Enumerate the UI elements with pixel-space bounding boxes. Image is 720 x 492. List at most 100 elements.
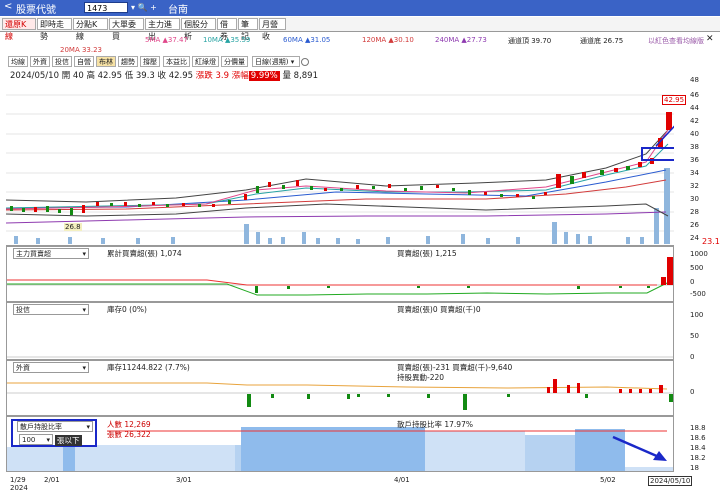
tab-notes[interactable]: 筆記	[238, 18, 258, 41]
quote-pct: 9.99%	[248, 71, 280, 81]
retail-holders-select[interactable]: 散戶持股比率 ▾	[17, 421, 93, 432]
quote-pct-label: 漲幅	[231, 71, 249, 81]
toolbar-trend[interactable]: 趨勢	[118, 56, 138, 67]
x-tick: 2/01	[44, 476, 60, 484]
y-tick: 1000	[690, 250, 708, 258]
tab-restored-k[interactable]: 還原K線	[2, 18, 36, 41]
stock-code-input[interactable]: 1473	[84, 2, 128, 13]
toolbar-foreign[interactable]: 外資	[30, 56, 50, 67]
tab-realtime[interactable]: 即時走勢	[37, 18, 72, 41]
chevron-down-icon: ▾	[82, 364, 86, 372]
close-icon[interactable]: ✕	[706, 34, 714, 44]
channel-bottom-label: 通道底 26.75	[580, 37, 624, 45]
toolbar-bollinger[interactable]: 布林	[96, 56, 116, 67]
quote-high: 高 42.95	[86, 71, 122, 81]
x-tick: 4/01	[394, 476, 410, 484]
major-flow-select[interactable]: 主力買賣超 ▾	[13, 248, 89, 259]
y-tick: 48	[690, 76, 699, 84]
quote-volume: 量 8,891	[282, 71, 318, 81]
threshold-select[interactable]: 100 ▾	[19, 434, 53, 445]
y-tick: 40	[690, 130, 699, 138]
y-tick: 50	[690, 332, 699, 340]
search-icon[interactable]: ▾ 🔍 +	[131, 3, 157, 12]
trust-panel[interactable]: 投信 ▾ 庫存0 (0%) 買賣超(張)0 買賣超(千)0	[6, 302, 674, 360]
toolbar-dealer[interactable]: 自營	[74, 56, 94, 67]
y-tick: 46	[690, 91, 699, 99]
retail-holders-panel[interactable]: 散戶持股比率 ▾ 100 ▾ 張以下 人數 12,269 張數 26,322 散戶持…	[6, 416, 674, 472]
retail-shares: 張數 26,322	[107, 430, 151, 439]
foreign-panel[interactable]: 外資 ▾ 庫存11244.822 (7.7%) 買賣超(張)-231 買賣超(千)…	[6, 360, 674, 416]
tab-bar: 還原K線 即時走勢 分點K線 大單委買 主力進出 個股分析 借券 筆記 月營收	[0, 17, 720, 41]
x-tick: 1/29	[10, 476, 26, 484]
foreign-select[interactable]: 外資 ▾	[13, 362, 89, 373]
quote-low: 低 39.3	[124, 71, 155, 81]
ma120-label: 120MA ▲30.10	[362, 36, 414, 44]
toolbar-pe[interactable]: 本益比	[163, 56, 190, 67]
arrow-icon	[612, 435, 667, 461]
tab-major-flow[interactable]: 主力進出	[145, 18, 180, 41]
toolbar-ma[interactable]: 均線	[8, 56, 28, 67]
major-flow-panel[interactable]: 主力買賣超 ▾ 累計買賣超(張) 1,074 買賣超(張) 1,215	[6, 246, 674, 302]
tab-branch-k[interactable]: 分點K線	[73, 18, 108, 41]
back-icon[interactable]: <	[4, 1, 12, 12]
y-tick: 0	[690, 353, 695, 361]
major-flow-cumulative: 累計買賣超(張) 1,074	[107, 249, 182, 258]
y-tick: 36	[690, 156, 699, 164]
x-tick: 3/01	[176, 476, 192, 484]
right-low-tag: 23.19	[702, 237, 720, 246]
stock-name: 台南	[168, 5, 188, 16]
retail-holders-select-label: 散戶持股比率	[20, 423, 62, 431]
y-tick: 18.8	[690, 424, 706, 432]
quote-close: 收 42.95	[157, 71, 194, 81]
toolbar-trust[interactable]: 投信	[52, 56, 72, 67]
y-tick: -500	[690, 290, 706, 298]
channel-top-label: 通道頂 39.70	[508, 37, 552, 45]
y-tick: 500	[690, 264, 704, 272]
ma5-label: 5MA ▲37.47	[145, 36, 188, 44]
y-tick: 30	[690, 195, 699, 203]
y-tick: 18.4	[690, 444, 706, 452]
y-tick: 18.2	[690, 454, 706, 462]
y-tick: 0	[690, 388, 695, 396]
x-year: 2024	[10, 484, 28, 492]
chevron-down-icon: ▾	[46, 436, 50, 444]
gear-icon[interactable]	[301, 58, 309, 66]
ma240-label: 240MA ▲27.73	[435, 36, 487, 44]
period-label: 日線(週期)	[255, 58, 289, 66]
quote-change: 漲跌 3.9	[195, 71, 230, 81]
chevron-down-icon: ▾	[86, 423, 90, 431]
low-price-tag: 26.8	[64, 223, 82, 231]
ma-view-link[interactable]: 以紅色查看均線版	[648, 36, 704, 46]
retail-ratio: 散戶持股比率 17.97%	[397, 420, 473, 429]
toolbar-traffic-light[interactable]: 紅綠燈	[192, 56, 219, 67]
title-bar: < 股票代號 1473 ▾ 🔍 + 台南	[0, 0, 720, 16]
trust-net: 買賣超(張)0 買賣超(千)0	[397, 305, 481, 314]
major-flow-select-label: 主力買賣超	[16, 250, 51, 258]
toolbar-volume-profile[interactable]: 分價量	[221, 56, 248, 67]
tab-big-orders[interactable]: 大單委買	[109, 18, 144, 41]
y-tick: 28	[690, 208, 699, 216]
ma10-label: 10MA ▲35.59	[203, 36, 251, 44]
quote-open: 開 40	[61, 71, 84, 81]
last-price-tag: 42.95	[662, 95, 687, 105]
tab-stock-analysis[interactable]: 個股分析	[181, 18, 216, 41]
period-select[interactable]: 日線(週期) ▾	[252, 56, 300, 67]
tab-monthly-revenue[interactable]: 月營收	[259, 18, 286, 41]
tab-lending[interactable]: 借券	[217, 18, 237, 41]
y-tick: 34	[690, 169, 699, 177]
y-tick: 100	[690, 311, 704, 319]
main-price-chart[interactable]: 42.95 26.8 23.19	[6, 82, 720, 246]
chevron-down-icon: ▾	[82, 306, 86, 314]
trust-select-label: 投信	[16, 306, 30, 314]
y-tick: 26	[690, 221, 699, 229]
y-tick: 18.6	[690, 434, 706, 442]
foreign-inventory: 庫存11244.822 (7.7%)	[107, 363, 190, 372]
ma60-label: 60MA ▲31.05	[283, 36, 331, 44]
trust-inventory: 庫存0 (0%)	[107, 305, 147, 314]
x-tick: 5/02	[600, 476, 616, 484]
toolbar-support[interactable]: 撐壓	[140, 56, 160, 67]
trust-select[interactable]: 投信 ▾	[13, 304, 89, 315]
quote-info-row: 2024/05/10 開 40 高 42.95 低 39.3 收 42.95 漲…	[10, 69, 318, 81]
y-tick: 42	[690, 117, 699, 125]
chevron-down-icon: ▾	[288, 58, 295, 66]
